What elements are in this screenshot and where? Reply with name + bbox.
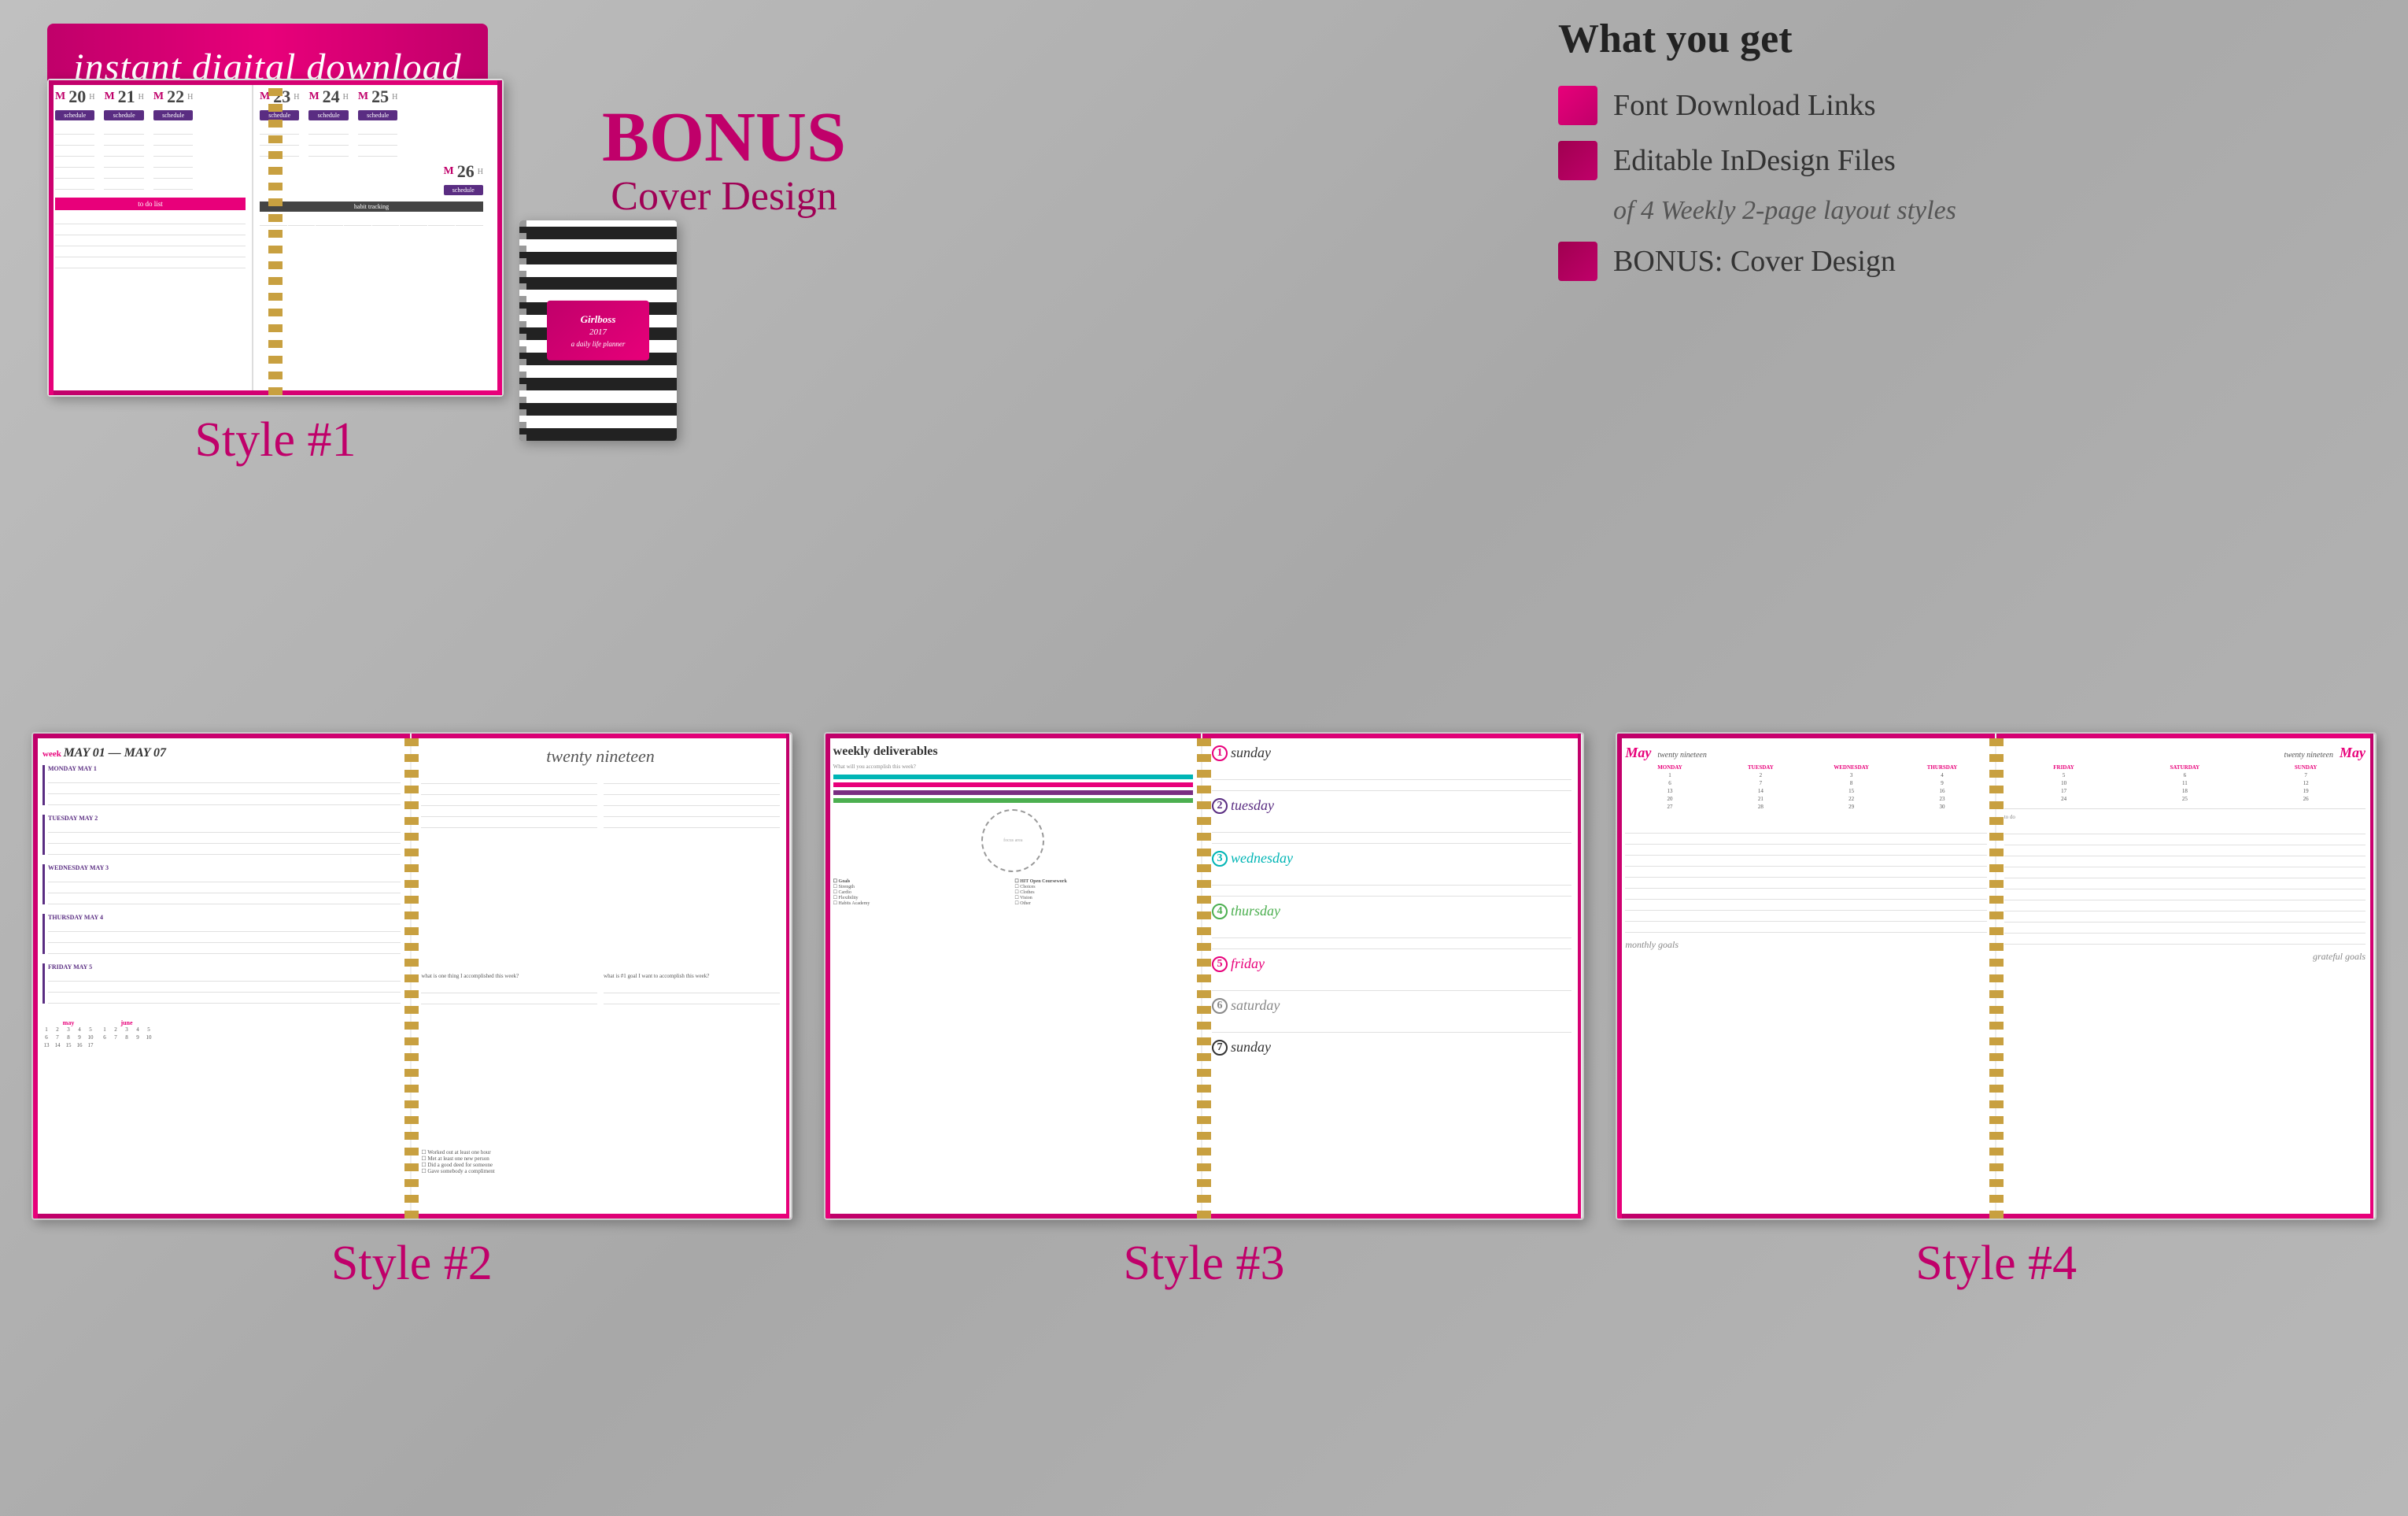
s3-day-friday: 5 friday [1212,956,1571,972]
s4-month-header-left: May twenty nineteen [1625,745,1986,761]
s3-day-thursday: 4 thursday [1212,903,1571,919]
s3-bar-3 [833,790,1193,795]
todo-bar: to do list [55,198,246,210]
cover-brand: Girlboss [555,312,641,327]
style3-block: weekly deliverables What will you accomp… [824,732,1585,1516]
s4-may-left: May [1625,745,1651,761]
bottom-section: week MAY 01 — MAY 07 MONDAY MAY 1 TUESDA… [0,708,2408,1516]
s2-tuesday: TUESDAY MAY 2 [42,815,401,855]
s2-friday: FRIDAY MAY 5 [42,963,401,1004]
style3-left-page: weekly deliverables What will you accomp… [825,734,1202,1218]
bonus-cover-mockup: Girlboss 2017 a daily life planner [519,220,677,441]
cover-stripes: Girlboss 2017 a daily life planner [519,220,677,441]
s2-mini-cal-june: june 12345 678910 [101,1019,153,1050]
feature-icon-1 [1558,86,1597,125]
s4-may-right: May [2340,745,2366,761]
style1-container: M20H schedule M21H schedule [47,79,504,468]
s3-bar-2 [833,782,1193,787]
s3-subtitle: What will you accomplish this week? [833,764,1193,770]
cover-label-text: Girlboss 2017 a daily life planner [555,312,641,349]
s2-thursday: THURSDAY MAY 4 [42,914,401,954]
s3-day-saturday: 6 saturday [1212,997,1571,1014]
s4-year-right: twenty nineteen [2284,751,2333,760]
s2-mini-cal-may: may 12345 678910 1314151617 [42,1019,94,1050]
spiral-binding-2 [404,734,419,1218]
style2-spread: week MAY 01 — MAY 07 MONDAY MAY 1 TUESDA… [31,732,792,1220]
s3-bar-4 [833,798,1193,803]
style4-right-page: May twenty nineteen FRIDAY SATURDAY SUND… [1996,734,2375,1218]
feature-subtext: of 4 Weekly 2-page layout styles [1613,196,2345,226]
style4-label: Style #4 [1915,1236,2077,1292]
spiral-binding-1 [268,80,283,395]
cover-label: Girlboss 2017 a daily life planner [547,301,649,361]
s2-quadrant-2 [604,773,780,967]
style1-planner: M20H schedule M21H schedule [47,79,504,397]
feature-text-2: Editable InDesign Files [1613,143,1896,178]
s4-cal-grid-left: MONDAY TUESDAY WEDNESDAY THURSDAY 12 34 … [1625,764,1986,810]
s4-month-header-right: May twenty nineteen [2004,745,2366,761]
feature-font-links: Font Download Links [1558,86,2345,125]
feature-text-3: BONUS: Cover Design [1613,244,1896,279]
bonus-section: BONUS Cover Design [535,102,913,220]
style4-block: May twenty nineteen MONDAY TUESDAY WEDNE… [1616,732,2377,1516]
bonus-subtitle: Cover Design [535,173,913,220]
style4-left-page: May twenty nineteen MONDAY TUESDAY WEDNE… [1617,734,1996,1218]
feature-icon-3 [1558,242,1597,281]
s3-circle-diagram: focus area [981,809,1044,872]
what-you-get-title: What you get [1558,16,2345,62]
planner1-right-page: M23H schedule M24H schedule [253,80,489,395]
style3-spread: weekly deliverables What will you accomp… [824,732,1585,1220]
feature-text-1: Font Download Links [1613,88,1876,123]
s3-day-monday: 2 tuesday [1212,797,1571,814]
planner1-left-page: M20H schedule M21H schedule [49,80,253,395]
style3-label: Style #3 [1124,1236,1285,1292]
what-you-get-section: What you get Font Download Links Editabl… [1558,16,2345,297]
s4-grateful-label: grateful goals [2004,951,2366,963]
s2-monday: MONDAY MAY 1 [42,765,401,805]
style1-label: Style #1 [47,412,504,468]
cover-subtitle-text: a daily life planner [555,338,641,349]
s2-checklist: ☐ Worked out at least one hour ☐ Met at … [421,1149,779,1174]
s2-quadrant-3: what is one thing I accomplished this we… [421,973,597,1143]
style2-block: week MAY 01 — MAY 07 MONDAY MAY 1 TUESDA… [31,732,792,1516]
cover-spiral [519,220,526,441]
s2-quadrant-4: what is #1 goal I want to accomplish thi… [604,973,780,1143]
style2-right-page: twenty nineteen what is one thing I acco… [412,734,790,1218]
s4-notes-left [1625,823,1986,933]
s3-checkbox-grid: ☐ Goals ☐ Strength ☐ Cardio ☐ Flexibilit… [833,878,1193,906]
spiral-binding-4 [1989,734,2004,1218]
s4-bottom-labels: monthly goals [1625,939,1986,951]
feature-icon-2 [1558,141,1597,180]
style4-spread: May twenty nineteen MONDAY TUESDAY WEDNE… [1616,732,2377,1220]
feature-indesign: Editable InDesign Files [1558,141,2345,180]
cover-year: 2017 [555,327,641,338]
s3-day-sunday2: 7 sunday [1212,1039,1571,1056]
s3-weekly-deliverables: weekly deliverables [833,745,1193,759]
s2-right-header: twenty nineteen [421,746,779,767]
s3-day-sunday: 1 sunday [1212,745,1571,761]
style3-right-page: 1 sunday 2 tuesday 3 wednesday 4 thursda… [1202,734,1583,1218]
s2-week-header: week MAY 01 — MAY 07 [42,746,401,760]
habit-bar: habit tracking [260,202,483,212]
s4-todo-section: to do [2004,808,2366,945]
bonus-title: BONUS [535,102,913,173]
s2-wednesday: WEDNESDAY MAY 3 [42,864,401,904]
style2-left-page: week MAY 01 — MAY 07 MONDAY MAY 1 TUESDA… [33,734,412,1218]
s4-cal-grid-right: FRIDAY SATURDAY SUNDAY 567 101112 171819… [2004,764,2366,802]
spiral-binding-3 [1197,734,1211,1218]
s2-quadrant-1 [421,773,597,967]
s3-bar-1 [833,775,1193,779]
s3-day-wednesday: 3 wednesday [1212,850,1571,867]
s4-year-left: twenty nineteen [1657,751,1706,760]
feature-bonus-cover: BONUS: Cover Design [1558,242,2345,281]
style2-label: Style #2 [331,1236,493,1292]
